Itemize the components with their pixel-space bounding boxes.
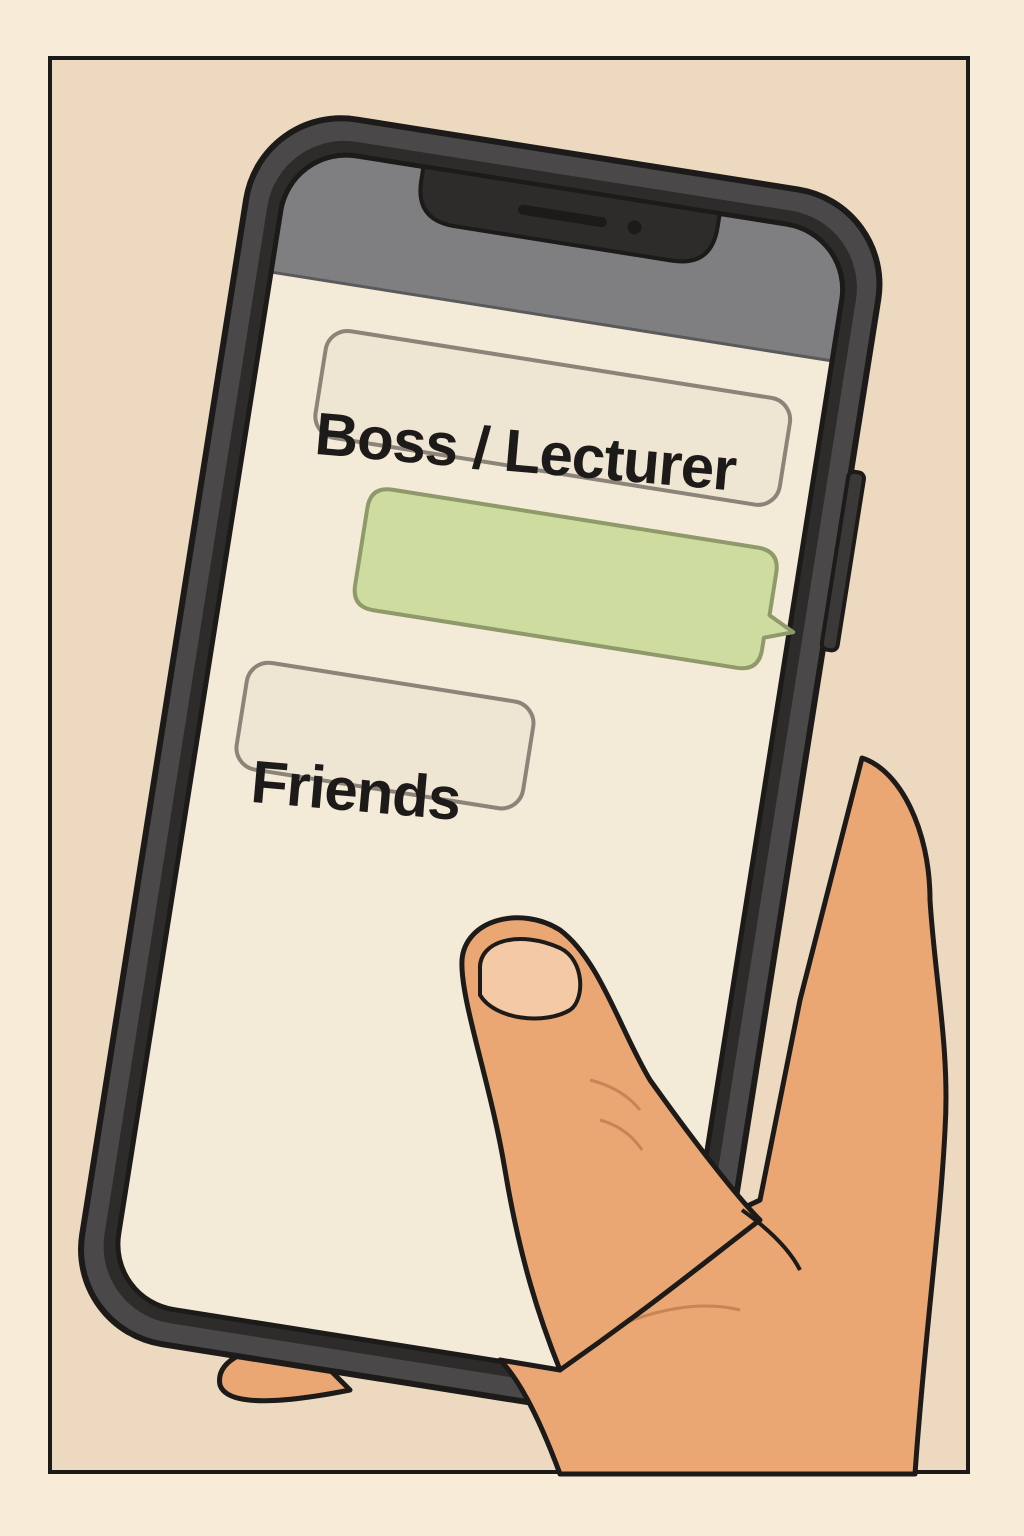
comic-scene: Boss / Lecturer Friends — [0, 0, 1024, 1536]
thumbnail — [477, 937, 583, 1021]
illustration — [78, 115, 949, 1477]
